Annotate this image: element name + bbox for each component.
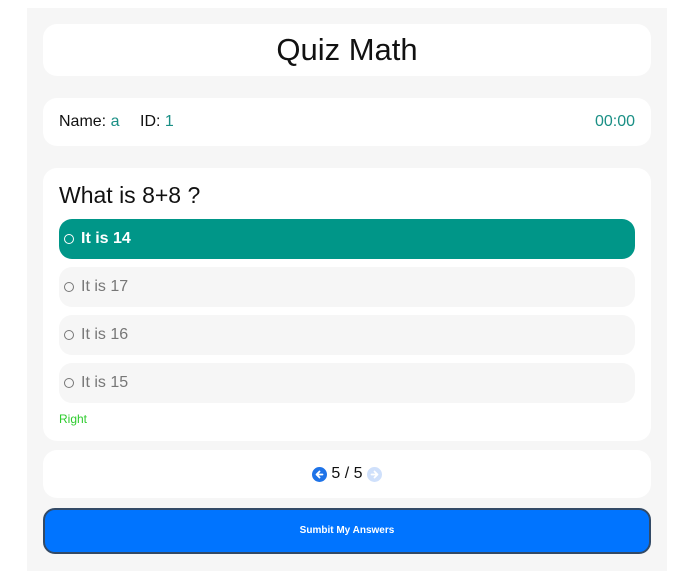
arrow-right-circle-icon[interactable] [366, 466, 382, 482]
answer-label: It is 14 [81, 230, 131, 247]
name-label: Name: [59, 113, 107, 130]
title-card: Quiz Math [43, 24, 651, 76]
page-separator: / [344, 465, 350, 482]
answer-label: It is 16 [81, 326, 129, 343]
submit-answers-button[interactable]: Sumbit My Answers [43, 508, 651, 554]
id-value: 1 [164, 113, 174, 130]
answer-option[interactable]: It is 16 [59, 315, 635, 355]
question-text: What is 8+8 ? [59, 182, 201, 208]
radio-icon [64, 282, 74, 292]
page-indicator: 5 / 5 [331, 465, 362, 483]
name-value: a [110, 113, 120, 130]
page-title: Quiz Math [276, 32, 418, 67]
answer-option[interactable]: It is 17 [59, 267, 635, 307]
current-page: 5 [331, 465, 341, 482]
id-label: ID: [140, 113, 161, 130]
answer-option[interactable]: It is 15 [59, 363, 635, 403]
quiz-app: Quiz Math Name: a ID: 1 00:00 What is 8+… [27, 8, 667, 571]
student-info-card: Name: a ID: 1 00:00 [43, 98, 651, 146]
answer-label: It is 15 [81, 374, 129, 391]
arrow-left-circle-icon[interactable] [312, 466, 328, 482]
timer: 00:00 [594, 113, 635, 130]
answer-result: Right [59, 412, 88, 426]
answer-label: It is 17 [81, 278, 129, 295]
radio-icon [64, 330, 74, 340]
radio-icon [64, 378, 74, 388]
pagination-card: 5 / 5 [43, 450, 651, 498]
question-card: What is 8+8 ? It is 14 It is 17 It is 16… [43, 168, 651, 441]
radio-icon [64, 234, 74, 244]
answer-option[interactable]: It is 14 [59, 219, 635, 259]
student-id: ID: 1 [140, 98, 174, 146]
student-name: Name: a [59, 98, 119, 146]
pagination: 5 / 5 [43, 450, 651, 498]
total-pages: 5 [353, 465, 363, 482]
